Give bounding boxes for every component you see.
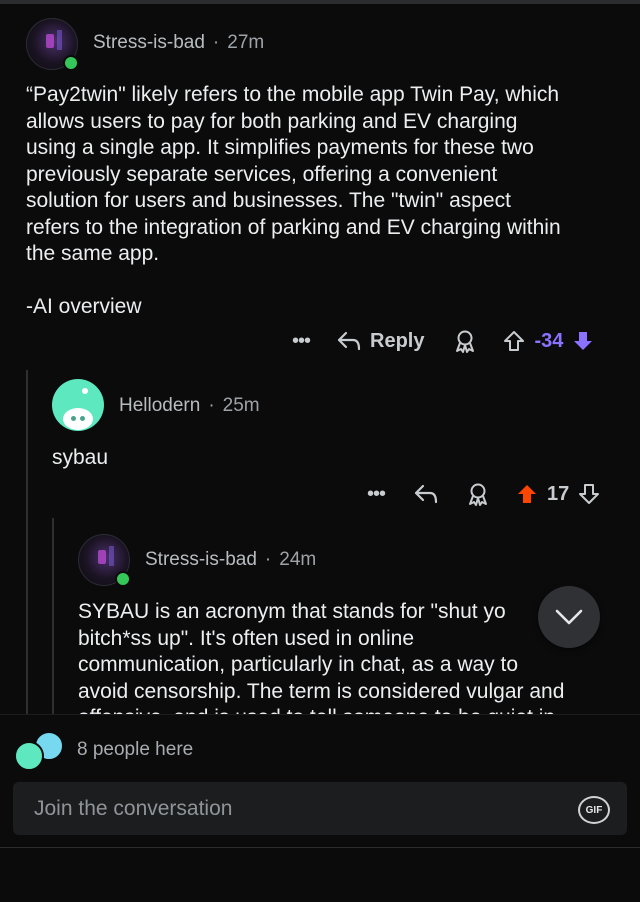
more-icon[interactable]: ••• (367, 483, 386, 506)
comment-actions: ••• Reply -34 (292, 325, 595, 357)
reply-icon[interactable] (413, 483, 439, 505)
award-icon[interactable] (465, 481, 491, 507)
gif-icon[interactable]: GIF (578, 796, 610, 824)
presence-avatars (14, 731, 74, 771)
comment-thread[interactable]: Stress-is-bad · 27m “Pay2twin" likely refe… (0, 4, 640, 714)
downvote-icon[interactable] (577, 482, 601, 506)
more-icon[interactable]: ••• (292, 330, 311, 353)
thread-line[interactable] (26, 370, 28, 714)
avatar (14, 741, 44, 771)
composer-bar: 8 people here Join the conversation GIF (0, 714, 640, 902)
author-name[interactable]: Hellodern (119, 395, 200, 416)
timestamp: 24m (279, 549, 317, 570)
presence-count: 8 people here (77, 739, 194, 760)
comment-body: sybau (52, 446, 109, 469)
award-icon[interactable] (452, 328, 478, 354)
vote-score: 17 (547, 482, 570, 505)
scroll-down-button[interactable] (538, 586, 600, 648)
comment-meta: Hellodern · 25m (119, 395, 260, 416)
reply-icon (337, 331, 361, 351)
join-conversation-input[interactable]: Join the conversation GIF (13, 782, 627, 835)
author-name[interactable]: Stress-is-bad (93, 32, 205, 53)
online-indicator (115, 571, 131, 587)
downvote-icon[interactable] (571, 329, 595, 353)
avatar[interactable] (52, 379, 104, 431)
upvote-icon[interactable] (515, 482, 539, 506)
reply-label: Reply (370, 329, 425, 352)
reply-button[interactable]: Reply (336, 330, 424, 353)
timestamp: 25m (222, 395, 260, 416)
comment-body: “Pay2twin" likely refers to the mobile a… (26, 83, 561, 318)
chevron-down-icon (555, 609, 583, 625)
author-name[interactable]: Stress-is-bad (145, 549, 257, 570)
thread-line[interactable] (52, 518, 54, 714)
timestamp: 27m (227, 32, 265, 53)
comment-meta: Stress-is-bad · 27m (93, 32, 265, 53)
input-placeholder[interactable]: Join the conversation (34, 797, 232, 821)
online-indicator (63, 55, 79, 71)
bottom-divider (0, 847, 640, 848)
vote-score: -34 (534, 329, 564, 352)
comment-meta: Stress-is-bad · 24m (145, 549, 317, 570)
comment-actions: ••• 17 (367, 478, 601, 510)
upvote-icon[interactable] (502, 329, 526, 353)
